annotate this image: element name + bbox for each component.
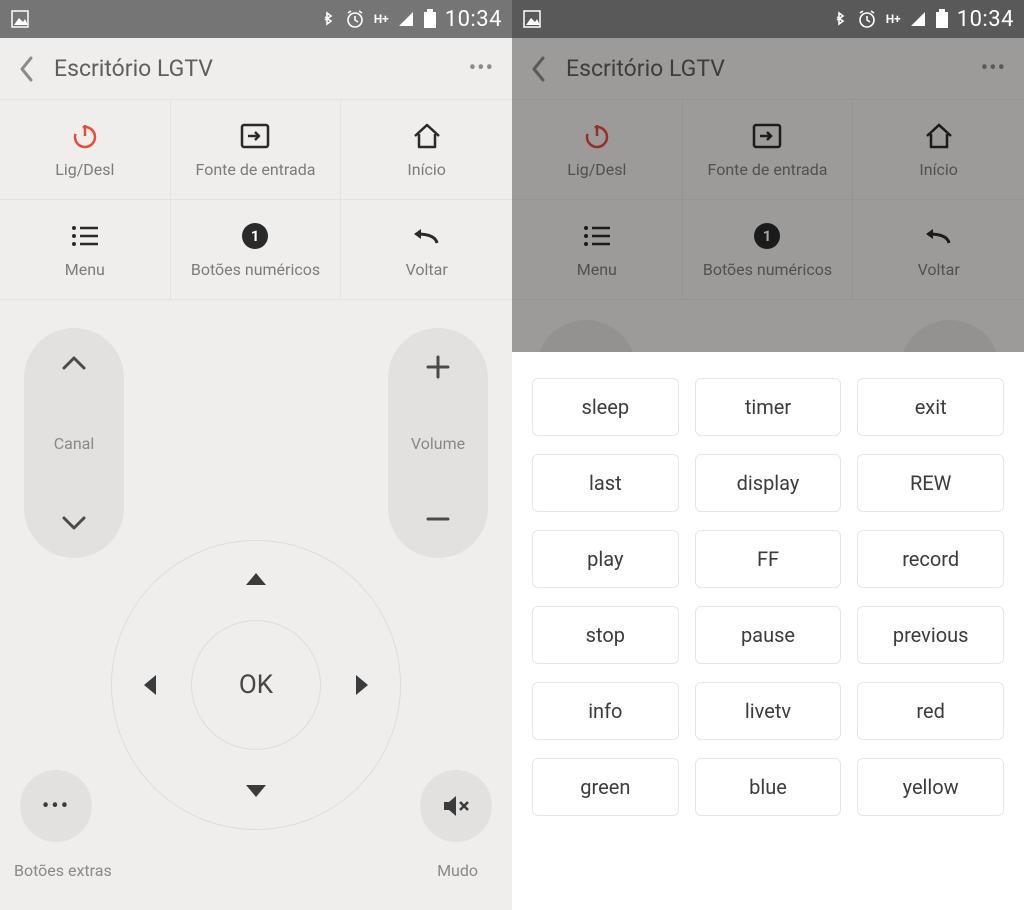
- status-time: 10:34: [957, 7, 1014, 32]
- input-icon: [239, 120, 271, 152]
- ok-button[interactable]: OK: [191, 620, 321, 750]
- remote-extras-screen: H+ 10:34 Escritório LGTV ••• Lig/Desl Fo…: [512, 0, 1024, 910]
- control-area: Canal Volume OK ••• Botõ: [0, 300, 512, 910]
- home-button[interactable]: Início: [341, 100, 512, 200]
- extra-button-rew[interactable]: REW: [857, 454, 1004, 512]
- home-label: Início: [407, 160, 446, 179]
- power-label: Lig/Desl: [55, 160, 114, 179]
- channel-rocker[interactable]: Canal: [24, 328, 124, 558]
- network-hplus-icon: H+: [886, 12, 901, 26]
- alarm-icon: [344, 8, 366, 30]
- channel-label: Canal: [54, 434, 95, 453]
- extra-button-livetv[interactable]: livetv: [695, 682, 842, 740]
- status-bar: H+ 10:34: [0, 0, 512, 38]
- power-button[interactable]: Lig/Desl: [0, 100, 171, 200]
- extra-button-previous[interactable]: previous: [857, 606, 1004, 664]
- minus-icon: [425, 506, 451, 532]
- return-icon: [411, 220, 443, 252]
- extra-button-info[interactable]: info: [532, 682, 679, 740]
- extra-button-exit[interactable]: exit: [857, 378, 1004, 436]
- network-hplus-icon: H+: [374, 12, 389, 26]
- extra-button-timer[interactable]: timer: [695, 378, 842, 436]
- extras-sheet: sleep timer exit last display REW play FF record…: [512, 352, 1024, 910]
- volume-rocker[interactable]: Volume: [388, 328, 488, 558]
- extra-button-red[interactable]: red: [857, 682, 1004, 740]
- picture-icon: [10, 9, 30, 29]
- extra-button-stop[interactable]: stop: [532, 606, 679, 664]
- bluetooth-icon: [320, 8, 336, 30]
- status-bar: H+ 10:34: [512, 0, 1024, 38]
- numeric-button[interactable]: 1 Botões numéricos: [171, 200, 342, 300]
- bluetooth-icon: [832, 8, 848, 30]
- menu-button[interactable]: Menu: [0, 200, 171, 300]
- volume-label: Volume: [411, 434, 465, 453]
- chevron-up-icon: [61, 354, 87, 372]
- extra-button-blue[interactable]: blue: [695, 758, 842, 816]
- signal-icon: [397, 10, 415, 28]
- extra-button-last[interactable]: last: [532, 454, 679, 512]
- extra-button-sleep[interactable]: sleep: [532, 378, 679, 436]
- dpad-up[interactable]: [245, 572, 267, 586]
- extra-button-pause[interactable]: pause: [695, 606, 842, 664]
- extra-button-display[interactable]: display: [695, 454, 842, 512]
- menu-label: Menu: [65, 260, 105, 279]
- chevron-down-icon: [61, 514, 87, 532]
- picture-icon: [522, 9, 542, 29]
- battery-icon: [423, 9, 437, 29]
- power-icon: [70, 120, 100, 152]
- app-header: Escritório LGTV •••: [0, 38, 512, 100]
- menu-icon: [70, 220, 100, 252]
- mute-label: Mudo: [437, 861, 478, 880]
- battery-icon: [935, 9, 949, 29]
- mute-button[interactable]: [420, 770, 492, 842]
- extra-button-play[interactable]: play: [532, 530, 679, 588]
- more-options-button[interactable]: •••: [469, 56, 494, 81]
- return-label: Voltar: [406, 260, 448, 279]
- svg-text:1: 1: [251, 227, 260, 245]
- alarm-icon: [856, 8, 878, 30]
- action-grid: Lig/Desl Fonte de entrada Início Menu 1 …: [0, 100, 512, 300]
- numeric-label: Botões numéricos: [191, 260, 320, 279]
- dpad-down[interactable]: [245, 784, 267, 798]
- input-source-button[interactable]: Fonte de entrada: [171, 100, 342, 200]
- extras-label: Botões extras: [14, 861, 112, 880]
- ok-label: OK: [239, 670, 273, 700]
- return-button[interactable]: Voltar: [341, 200, 512, 300]
- numeric-icon: 1: [241, 220, 269, 252]
- dpad-left[interactable]: [143, 674, 157, 696]
- extra-button-green[interactable]: green: [532, 758, 679, 816]
- extra-button-ff[interactable]: FF: [695, 530, 842, 588]
- home-icon: [411, 120, 443, 152]
- dots-icon: •••: [42, 794, 70, 819]
- status-time: 10:34: [445, 7, 502, 32]
- remote-main-screen: H+ 10:34 Escritório LGTV ••• Lig/Desl Fo…: [0, 0, 512, 910]
- back-button[interactable]: [18, 55, 36, 83]
- mute-icon: [441, 793, 471, 819]
- extras-button-grid: sleep timer exit last display REW play FF record…: [532, 378, 1004, 816]
- extra-button-yellow[interactable]: yellow: [857, 758, 1004, 816]
- input-label: Fonte de entrada: [196, 160, 316, 179]
- dpad: OK: [111, 540, 401, 830]
- dpad-right[interactable]: [355, 674, 369, 696]
- plus-icon: [425, 354, 451, 380]
- extra-button-record[interactable]: record: [857, 530, 1004, 588]
- page-title: Escritório LGTV: [54, 55, 469, 82]
- signal-icon: [909, 10, 927, 28]
- extras-button[interactable]: •••: [20, 770, 92, 842]
